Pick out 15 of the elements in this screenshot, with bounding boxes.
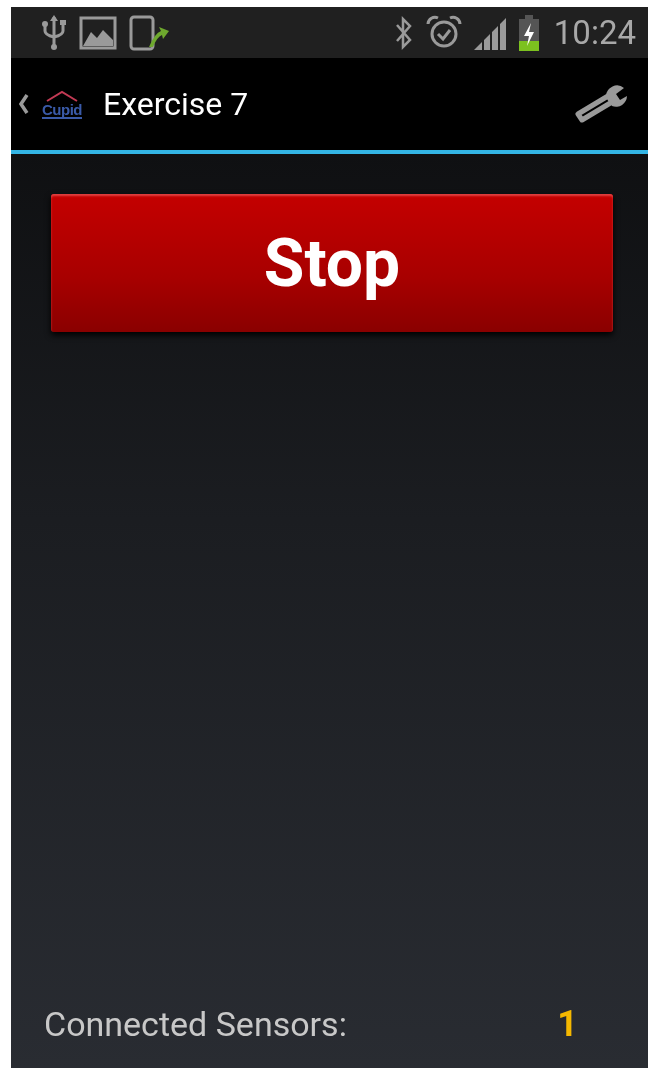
- back-chevron-icon: [19, 94, 29, 114]
- app-logo: Cupid: [42, 101, 82, 119]
- stop-button[interactable]: Stop: [51, 194, 613, 332]
- phone-upload-icon: [129, 14, 169, 51]
- bluetooth-icon: [393, 15, 414, 50]
- settings-button[interactable]: [572, 84, 628, 124]
- battery-charging-icon: [517, 14, 540, 51]
- screen-title: Exercise 7: [103, 85, 250, 123]
- usb-icon: [41, 14, 67, 51]
- house-roof-icon: [45, 89, 79, 102]
- image-icon: [79, 15, 117, 50]
- clock-time: 10:24: [553, 13, 636, 52]
- sensor-count: 1: [557, 1003, 578, 1045]
- wrench-icon: [572, 84, 628, 124]
- connected-sensors-label: Connected Sensors:: [44, 1004, 348, 1044]
